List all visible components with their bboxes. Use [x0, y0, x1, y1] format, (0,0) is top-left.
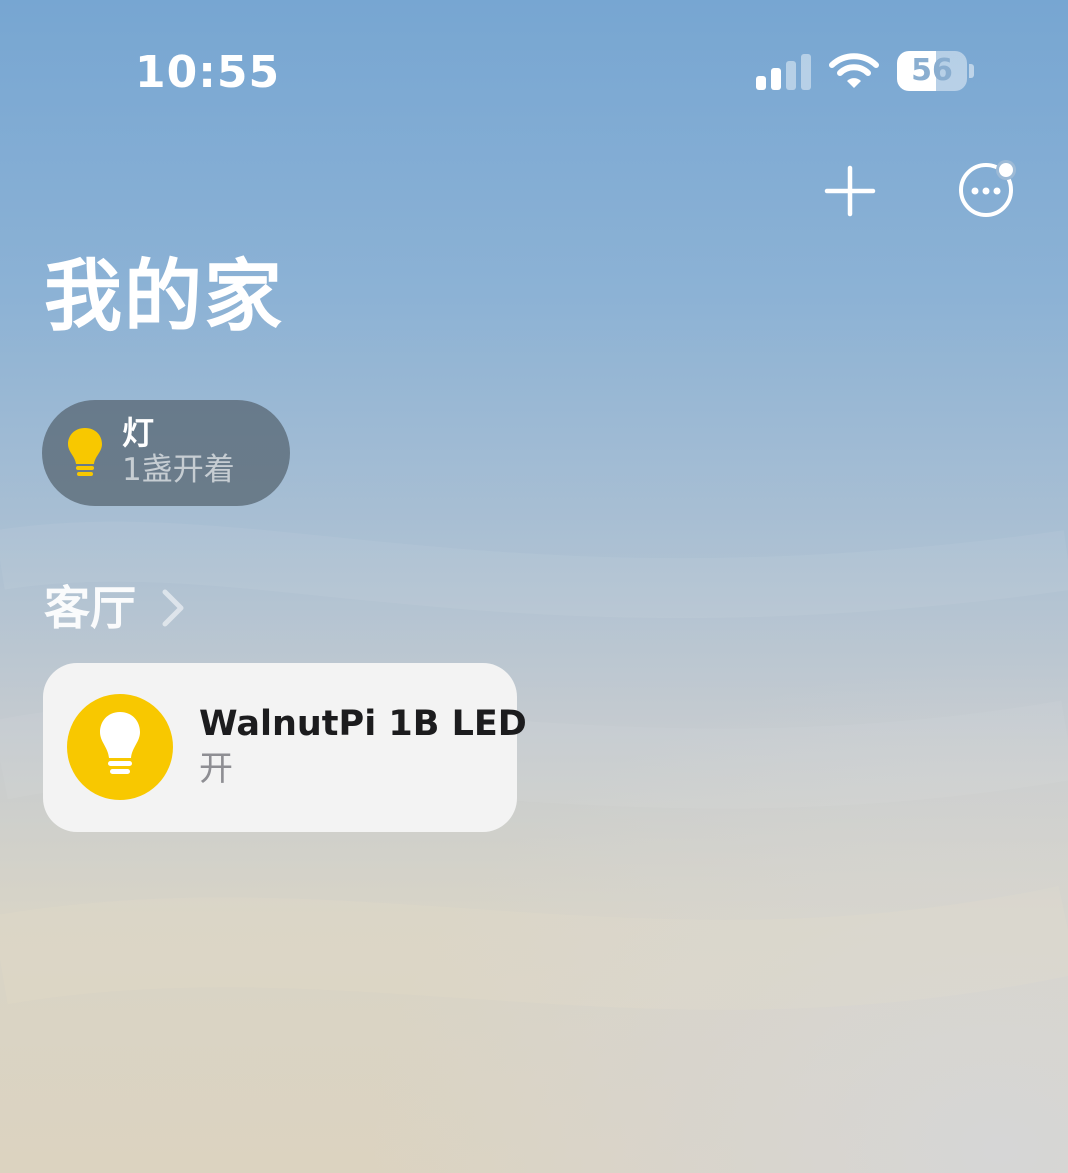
page-title: 我的家 [44, 252, 285, 342]
plus-icon [824, 165, 876, 217]
add-button[interactable] [822, 163, 878, 219]
device-name: WalnutPi 1B LED [199, 704, 527, 744]
battery-level: 56 [911, 53, 953, 88]
lights-status-pill[interactable]: 灯 1盏开着 [42, 400, 290, 506]
room-name: 客厅 [44, 581, 136, 635]
battery-tip [969, 64, 974, 78]
device-state: 开 [199, 749, 233, 789]
device-toggle-button[interactable] [67, 694, 173, 800]
chevron-right-icon [162, 589, 184, 627]
more-button[interactable] [956, 158, 1020, 222]
lights-status-subtitle: 1盏开着 [122, 452, 235, 488]
cellular-signal-icon [756, 54, 811, 90]
wifi-icon [829, 53, 879, 88]
device-tile[interactable]: WalnutPi 1B LED 开 [43, 663, 527, 832]
battery-icon: 56 [897, 51, 967, 91]
lightbulb-icon [100, 712, 140, 774]
lightbulb-icon [68, 428, 102, 476]
status-time: 10:55 [135, 47, 281, 98]
lights-status-title: 灯 [122, 414, 155, 452]
room-header-link[interactable]: 客厅 [44, 578, 186, 638]
